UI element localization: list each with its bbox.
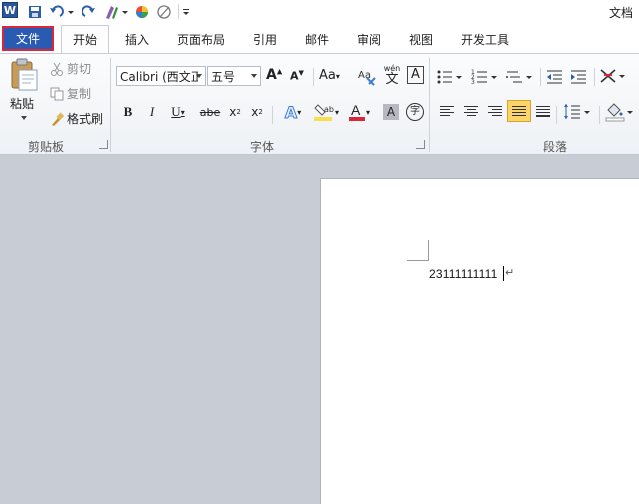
shading-button[interactable] [605, 101, 635, 123]
font-size-value: 五号 [211, 69, 236, 84]
tab-home[interactable]: 开始 [61, 25, 109, 53]
strikethrough-button[interactable]: abe [199, 101, 221, 123]
font-name-value: Calibri (西文正 [120, 69, 198, 84]
title-bar: W 文档 [0, 0, 639, 23]
align-left-button[interactable] [437, 101, 457, 121]
customize-qat-icon[interactable] [181, 3, 191, 20]
tab-review[interactable]: 审阅 [348, 27, 390, 51]
change-case-label: Aa [319, 68, 336, 83]
tab-view[interactable]: 视图 [400, 27, 442, 51]
clipboard-launcher-icon[interactable] [99, 140, 108, 149]
bullets-button[interactable] [436, 68, 466, 86]
brush-icon[interactable] [103, 3, 129, 20]
align-right-button[interactable] [485, 101, 505, 121]
paragraph-mark-icon: ↵ [505, 266, 515, 279]
justify-button[interactable] [507, 100, 531, 122]
scissors-icon [50, 62, 64, 76]
line-spacing-button[interactable] [563, 102, 593, 122]
enclose-characters-button[interactable]: 字 [405, 101, 425, 123]
paint-bucket-icon [605, 103, 633, 122]
format-painter-icon [50, 111, 65, 126]
numbering-icon: 123 [471, 69, 497, 86]
tab-references[interactable]: 引用 [244, 27, 286, 51]
numbering-button[interactable]: 123 [471, 68, 501, 86]
margin-corner-mark [428, 240, 429, 261]
highlighter-icon: ab [313, 104, 334, 121]
tab-developer[interactable]: 开发工具 [452, 27, 518, 51]
text-effects-button[interactable]: A ▾ [280, 101, 306, 123]
ribbon-home: 粘贴 剪切 复制 格式刷 剪贴板 Calibri (西文正 五号 A▲ A▼ A… [0, 53, 639, 155]
distributed-button[interactable] [533, 101, 553, 121]
highlight-button[interactable]: ab ▾ [311, 101, 341, 123]
shrink-font-icon[interactable]: A▼ [290, 69, 304, 83]
subscript-button[interactable]: x2 [226, 101, 244, 123]
copy-icon [50, 87, 64, 101]
redo-icon[interactable] [80, 3, 98, 20]
font-size-combo[interactable]: 五号 [207, 66, 261, 86]
document-text[interactable]: 23111111111 [429, 267, 498, 281]
phonetic-char: 文 [385, 72, 399, 87]
underline-button[interactable]: U ▾ [166, 101, 190, 123]
chevron-down-icon [251, 74, 257, 78]
svg-text:A: A [351, 102, 361, 118]
tab-file[interactable]: 文件 [2, 26, 54, 51]
paste-dropdown-icon[interactable] [21, 116, 27, 120]
multilevel-list-button[interactable] [506, 68, 536, 86]
character-shading-button[interactable]: A [382, 101, 400, 123]
color-wheel-icon[interactable] [134, 3, 150, 20]
watermark: S 经验网站 [537, 450, 602, 465]
multilevel-list-icon [506, 71, 532, 83]
ribbon-tabs: 文件 开始 插入 页面布局 引用 邮件 审阅 视图 开发工具 [0, 23, 639, 54]
paste-button[interactable]: 粘贴 [10, 95, 34, 112]
paste-icon[interactable] [9, 58, 39, 94]
increase-indent-icon[interactable] [570, 68, 588, 86]
clipboard-group-label: 剪贴板 [28, 140, 65, 154]
font-color-icon: A [348, 102, 365, 121]
align-center-button[interactable] [461, 101, 481, 121]
chinese-layout-button[interactable] [599, 67, 629, 87]
text-cursor [503, 266, 504, 281]
margin-corner-mark [407, 260, 428, 261]
tab-mailings[interactable]: 邮件 [296, 27, 338, 51]
save-icon[interactable] [26, 3, 44, 20]
grow-font-icon[interactable]: A▲ [266, 67, 282, 83]
font-launcher-icon[interactable] [416, 140, 425, 149]
change-case-button[interactable]: Aa▾ [319, 68, 340, 83]
eraser-icon[interactable] [156, 3, 174, 20]
cut-label: 剪切 [67, 62, 92, 76]
shading-icon: A [383, 104, 399, 120]
svg-text:ab: ab [324, 105, 334, 114]
font-color-button[interactable]: A ▾ [345, 101, 373, 123]
clear-formatting-icon[interactable]: Aa [357, 66, 377, 86]
tab-insert[interactable]: 插入 [116, 27, 158, 51]
phonetic-guide-button[interactable]: wén 文 [382, 64, 402, 86]
word-logo-icon[interactable]: W [2, 2, 18, 18]
character-border-button[interactable]: A [407, 66, 424, 84]
chinese-layout-icon [600, 69, 625, 83]
chevron-down-icon [196, 74, 202, 78]
text-effects-icon: A [284, 102, 298, 122]
format-painter-button[interactable]: 格式刷 [50, 110, 103, 127]
paragraph-group-label: 段落 [543, 140, 568, 154]
format-painter-label: 格式刷 [67, 112, 104, 126]
undo-icon[interactable] [48, 3, 76, 20]
font-name-combo[interactable]: Calibri (西文正 [116, 66, 206, 86]
cut-button[interactable]: 剪切 [50, 60, 91, 77]
copy-label: 复制 [67, 87, 92, 101]
enclose-char-icon: 字 [406, 103, 424, 121]
superscript-button[interactable]: x2 [248, 101, 266, 123]
copy-button[interactable]: 复制 [50, 85, 91, 102]
font-group-label: 字体 [250, 140, 275, 154]
line-spacing-icon [564, 104, 590, 119]
tab-page-layout[interactable]: 页面布局 [170, 27, 232, 51]
bold-button[interactable]: B [120, 101, 136, 123]
bullets-icon [437, 70, 462, 84]
svg-text:3: 3 [471, 79, 475, 86]
decrease-indent-icon[interactable] [546, 68, 564, 86]
italic-button[interactable]: I [144, 101, 160, 123]
document-title: 文档 [608, 6, 633, 20]
